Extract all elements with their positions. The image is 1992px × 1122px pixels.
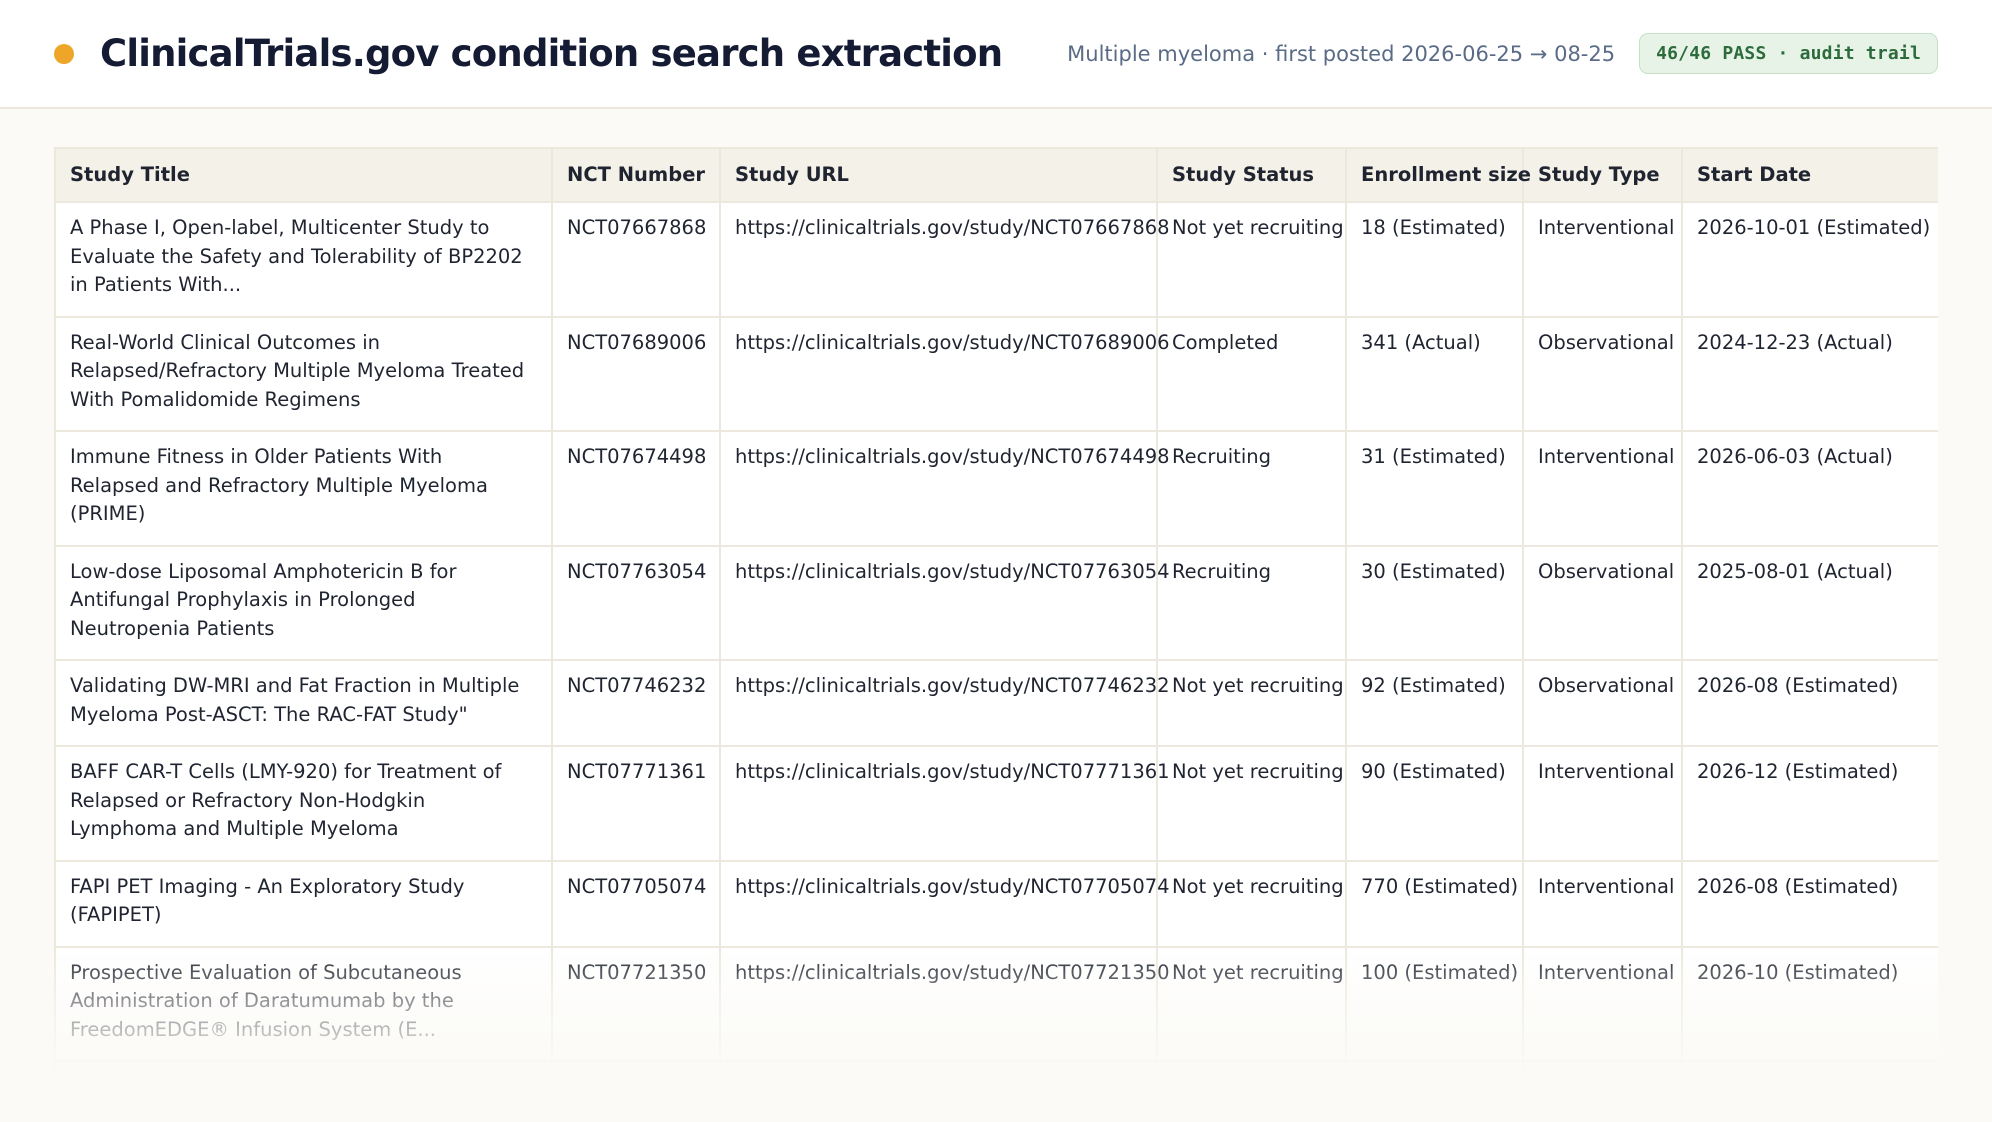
- cell-study-title: BAFF CAR-T Cells (LMY-920) for Treatment…: [54, 745, 553, 862]
- cell-start-date: 2026-09-01 (Estimated): [1681, 1060, 1938, 1077]
- cell-study-title: FAPI PET Imaging - An Exploratory Study …: [54, 859, 553, 948]
- cell-study-title: Real-World Clinical Outcomes in Relapsed…: [54, 315, 553, 432]
- table-row[interactable]: Low-dose Liposomal Amphotericin B for An…: [54, 544, 1938, 661]
- cell-start-date: 2026-10 (Estimated): [1681, 945, 1938, 1062]
- table-body: A Phase I, Open-label, Multicenter Study…: [54, 201, 1938, 1077]
- cell-study-status: Not yet recruiting: [1156, 945, 1347, 1062]
- cell-study-title: A Phase I, Open-label, Multicenter Study…: [54, 201, 553, 318]
- cell-enrollment-size: 18 (Estimated): [1345, 201, 1524, 318]
- cell-study-url[interactable]: https://clinicaltrials.gov/study/NCT0772…: [719, 945, 1170, 1062]
- cell-study-status: Completed: [1156, 315, 1347, 432]
- table-row[interactable]: A Phase I, Open-label, Multicenter Study…: [54, 201, 1938, 318]
- cell-enrollment-size: 100 (Estimated): [1345, 945, 1524, 1062]
- column-header-study-title[interactable]: Study Title: [54, 147, 553, 203]
- page-header: ClinicalTrials.gov condition search extr…: [0, 0, 1992, 109]
- cell-start-date: 2026-06-03 (Actual): [1681, 430, 1938, 547]
- cell-enrollment-size: 30 (Estimated): [1345, 544, 1524, 661]
- cell-start-date: 2024-12-23 (Actual): [1681, 315, 1938, 432]
- cell-study-type: Interventional: [1522, 945, 1683, 1062]
- cell-study-status: Not yet recruiting: [1156, 1060, 1347, 1077]
- cell-study-type: Interventional: [1522, 201, 1683, 318]
- table-row[interactable]: Immune Fitness in Older Patients With Re…: [54, 430, 1938, 547]
- cell-study-url[interactable]: https://clinicaltrials.gov/study/NCT0770…: [719, 859, 1170, 948]
- column-header-study-url[interactable]: Study URL: [719, 147, 1158, 203]
- cell-enrollment-size: 90 (Estimated): [1345, 745, 1524, 862]
- results-table: Study Title NCT Number Study URL Study Stat…: [54, 147, 1938, 1077]
- cell-nct-number: NCT07763054: [551, 544, 721, 661]
- cell-study-status: Recruiting: [1156, 430, 1347, 547]
- cell-study-type: Interventional: [1522, 430, 1683, 547]
- cell-nct-number: NCT07721350: [551, 945, 721, 1062]
- cell-study-title: Low-dose Liposomal Amphotericin B for An…: [54, 544, 553, 661]
- cell-start-date: 2026-08 (Estimated): [1681, 859, 1938, 948]
- cell-study-type: Observational: [1522, 659, 1683, 747]
- column-header-study-type[interactable]: Study Type: [1522, 147, 1683, 203]
- cell-start-date: 2026-12 (Estimated): [1681, 745, 1938, 862]
- cell-study-type: Observational: [1522, 544, 1683, 661]
- cell-study-title: Prospective Evaluation of Subcutaneous A…: [54, 945, 553, 1062]
- cell-enrollment-size: 31 (Estimated): [1345, 430, 1524, 547]
- table-row[interactable]: FAPI PET Imaging - An Exploratory Study …: [54, 859, 1938, 948]
- status-dot-icon: [54, 43, 74, 64]
- cell-enrollment-size: 20 (Estimated): [1345, 1060, 1524, 1077]
- cell-study-type: Observational: [1522, 315, 1683, 432]
- cell-nct-number: NCT07746232: [551, 659, 721, 747]
- cell-nct-number: NCT07674498: [551, 430, 721, 547]
- cell-study-type: Interventional: [1522, 1060, 1683, 1077]
- column-header-enrollment-size[interactable]: Enrollment size: [1345, 147, 1531, 203]
- cell-enrollment-size: 341 (Actual): [1345, 315, 1524, 432]
- cell-study-type: Interventional: [1522, 859, 1683, 948]
- audit-trail-badge[interactable]: 46/46 PASS · audit trail: [1639, 33, 1938, 74]
- cell-study-title: Immune Fitness in Older Patients With Re…: [54, 430, 553, 547]
- cell-study-url[interactable]: https://clinicaltrials.gov/study/NCT0775…: [719, 1060, 1170, 1077]
- table-row[interactable]: Real-World Clinical Outcomes in Relapsed…: [54, 315, 1938, 432]
- cell-study-url[interactable]: https://clinicaltrials.gov/study/NCT0777…: [719, 745, 1170, 862]
- column-header-nct-number[interactable]: NCT Number: [551, 147, 721, 203]
- cell-study-url[interactable]: https://clinicaltrials.gov/study/NCT0766…: [719, 201, 1170, 318]
- cell-study-status: Not yet recruiting: [1156, 201, 1347, 318]
- table-row[interactable]: Prospective Evaluation of Subcutaneous A…: [54, 945, 1938, 1062]
- cell-start-date: 2026-08 (Estimated): [1681, 659, 1938, 747]
- cell-nct-number: NCT07771361: [551, 745, 721, 862]
- cell-study-url[interactable]: https://clinicaltrials.gov/study/NCT0776…: [719, 544, 1170, 661]
- cell-nct-number: NCT07759102: [551, 1060, 721, 1077]
- column-header-study-status[interactable]: Study Status: [1156, 147, 1347, 203]
- cell-start-date: 2026-10-01 (Estimated): [1681, 201, 1938, 318]
- cell-study-title: Allogeneic ORCA-Q Stem Cell Transplant f…: [54, 1060, 553, 1077]
- cell-enrollment-size: 770 (Estimated): [1345, 859, 1524, 948]
- cell-study-url[interactable]: https://clinicaltrials.gov/study/NCT0768…: [719, 315, 1170, 432]
- cell-study-status: Not yet recruiting: [1156, 659, 1347, 747]
- table-row[interactable]: Validating DW-MRI and Fat Fraction in Mu…: [54, 659, 1938, 747]
- cell-nct-number: NCT07689006: [551, 315, 721, 432]
- table-header-row: Study Title NCT Number Study URL Study Stat…: [54, 147, 1938, 203]
- cell-study-title: Validating DW-MRI and Fat Fraction in Mu…: [54, 659, 553, 747]
- page-title: ClinicalTrials.gov condition search extr…: [100, 32, 1003, 75]
- search-summary: Multiple myeloma · first posted 2026-06-…: [1067, 41, 1616, 66]
- table-row[interactable]: Allogeneic ORCA-Q Stem Cell Transplant f…: [54, 1060, 1938, 1077]
- cell-nct-number: NCT07667868: [551, 201, 721, 318]
- cell-study-url[interactable]: https://clinicaltrials.gov/study/NCT0767…: [719, 430, 1170, 547]
- column-header-start-date[interactable]: Start Date: [1681, 147, 1938, 203]
- cell-study-type: Interventional: [1522, 745, 1683, 862]
- cell-study-status: Not yet recruiting: [1156, 745, 1347, 862]
- cell-start-date: 2025-08-01 (Actual): [1681, 544, 1938, 661]
- cell-study-status: Recruiting: [1156, 544, 1347, 661]
- cell-enrollment-size: 92 (Estimated): [1345, 659, 1524, 747]
- results-table-container[interactable]: Study Title NCT Number Study URL Study Stat…: [54, 147, 1938, 1077]
- cell-nct-number: NCT07705074: [551, 859, 721, 948]
- cell-study-status: Not yet recruiting: [1156, 859, 1347, 948]
- table-row[interactable]: BAFF CAR-T Cells (LMY-920) for Treatment…: [54, 745, 1938, 862]
- cell-study-url[interactable]: https://clinicaltrials.gov/study/NCT0774…: [719, 659, 1170, 747]
